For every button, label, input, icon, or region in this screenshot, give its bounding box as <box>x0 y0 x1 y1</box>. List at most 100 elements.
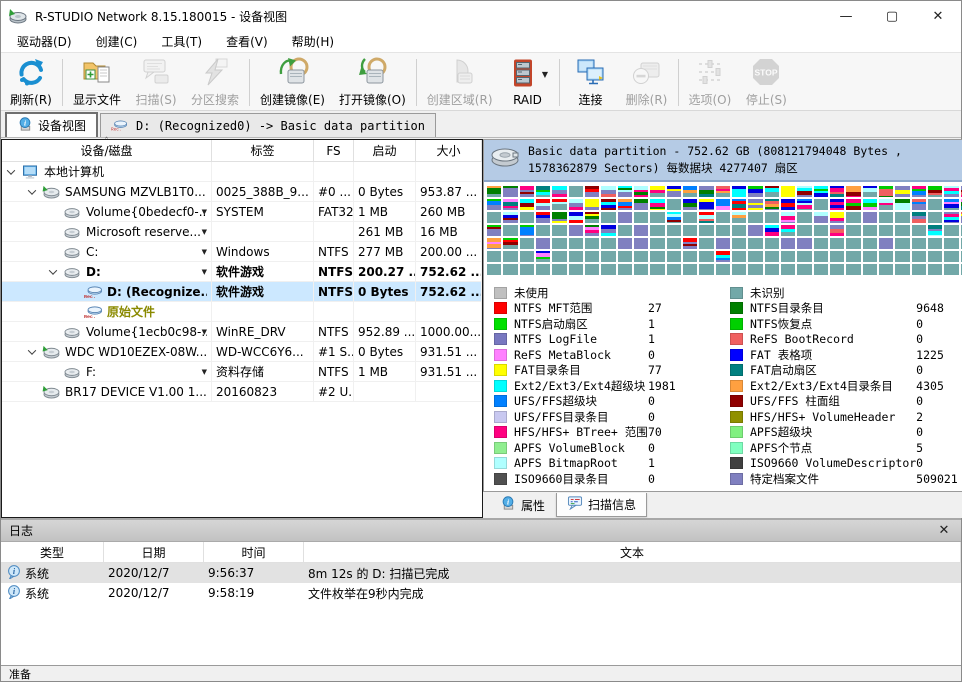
view-tab-1[interactable]: Rec.D: (Recognized0) -> Basic data parti… <box>100 113 436 137</box>
tree-row-2[interactable]: Volume{0bedecf0-...▼SYSTEMFAT321 MB260 M… <box>2 202 482 222</box>
tree-column-header-1[interactable]: 标签 <box>212 140 314 161</box>
row-dropdown-icon[interactable]: ▼ <box>202 228 207 236</box>
scan-block <box>765 199 779 210</box>
row-dropdown-icon[interactable]: ▼ <box>202 368 207 376</box>
scan-panel-tab-1[interactable]: 扫描信息 <box>556 493 647 517</box>
legend-swatch <box>730 333 743 345</box>
log-column-header-0[interactable]: 类型 <box>1 542 104 562</box>
raid-button[interactable]: ▼RAID <box>500 55 556 110</box>
log-row-1[interactable]: i系统2020/12/79:58:19文件枚举在9秒内完成 <box>1 583 961 603</box>
log-column-header-2[interactable]: 时间 <box>204 542 304 562</box>
scan-block <box>732 186 746 197</box>
scan-block <box>503 212 517 223</box>
tree-column-header-4[interactable]: 大小 <box>416 140 482 161</box>
scan-block <box>699 212 713 223</box>
menu-item-4[interactable]: 帮助(H) <box>280 31 346 52</box>
menu-item-2[interactable]: 工具(T) <box>149 31 214 52</box>
legend-count: 0 <box>916 394 962 408</box>
tree-cell-label: WinRE_DRV <box>212 322 314 341</box>
log-column-header-1[interactable]: 日期 <box>104 542 204 562</box>
tree-cell-name: Rec.D: (Recognize... <box>2 282 212 301</box>
scan-block <box>569 225 583 236</box>
tree-row-4[interactable]: C:▼WindowsNTFS277 MB200.00 ... <box>2 242 482 262</box>
scan-block <box>797 238 811 249</box>
device-name: 本地计算机 <box>44 163 104 180</box>
disk-icon <box>42 385 60 399</box>
tree-cell-size <box>416 162 482 181</box>
maximize-button[interactable]: ▢ <box>869 1 915 31</box>
expander-chevron-icon[interactable] <box>28 346 36 354</box>
scan-block <box>830 251 844 262</box>
tree-row-6[interactable]: Rec.D: (Recognize...软件游戏NTFS0 Bytes752.6… <box>2 282 482 302</box>
minimize-button[interactable]: — <box>823 1 869 31</box>
row-dropdown-icon[interactable]: ▼ <box>202 328 207 336</box>
legend-swatch <box>494 349 507 361</box>
close-button[interactable]: ✕ <box>915 1 961 31</box>
log-row-0[interactable]: i系统2020/12/79:56:378m 12s 的 D: 扫描已完成 <box>1 563 961 583</box>
log-column-header-3[interactable]: 文本 <box>304 542 961 562</box>
tree-cell-name: SAMSUNG MZVLB1T0... <box>2 182 212 201</box>
expander-chevron-icon[interactable] <box>28 186 36 194</box>
refresh-button[interactable]: 刷新(R) <box>3 55 59 110</box>
legend-label: NTFS LogFile <box>514 332 648 346</box>
legend-label: 特定档案文件 <box>750 471 916 487</box>
scan-block <box>814 225 828 236</box>
log-rows: i系统2020/12/79:56:378m 12s 的 D: 扫描已完成i系统2… <box>1 563 961 665</box>
row-dropdown-icon[interactable]: ▼ <box>202 248 207 256</box>
scan-block <box>634 251 648 262</box>
scan-block <box>536 225 550 236</box>
open-image-button[interactable]: 打开镜像(O) <box>332 55 413 110</box>
scan-block <box>748 186 762 197</box>
tree-column-header-2[interactable]: FS <box>314 140 354 161</box>
tree-column-header-3[interactable]: 启动 <box>354 140 416 161</box>
scan-legend: 未使用NTFS MFT范围27NTFS启动扇区1NTFS LogFile1ReF… <box>484 278 962 491</box>
tree-row-0[interactable]: 本地计算机 <box>2 162 482 182</box>
tree-cell-name: Volume{0bedecf0-...▼ <box>2 202 212 221</box>
row-dropdown-icon[interactable]: ▼ <box>202 268 207 276</box>
tree-cell-fs: NTFS <box>314 262 354 281</box>
legend-item-right-3: ReFS BootRecord0 <box>730 333 962 346</box>
tree-cell-name: WDC WD10EZEX-08W... <box>2 342 212 361</box>
tree-cell-start: 277 MB <box>354 242 416 261</box>
connect-button[interactable]: 连接 <box>563 55 619 110</box>
tree-cell-label: 资料存储 <box>212 362 314 381</box>
legend-item-left-12: ISO9660目录条目0 <box>494 472 706 485</box>
legend-item-right-9: APFS超级块0 <box>730 426 962 439</box>
tree-cell-fs: FAT32 <box>314 202 354 221</box>
menu-item-3[interactable]: 查看(V) <box>214 31 280 52</box>
legend-item-right-6: Ext2/Ext3/Ext4目录条目4305 <box>730 379 962 392</box>
tree-cell-fs <box>314 222 354 241</box>
scan-block <box>650 186 664 197</box>
row-dropdown-icon[interactable]: ▼ <box>202 208 207 216</box>
expander-chevron-icon[interactable] <box>49 266 57 274</box>
show-files-button[interactable]: 显示文件 <box>66 55 128 110</box>
tree-row-8[interactable]: Volume{1ecb0c98-...▼WinRE_DRVNTFS952.89 … <box>2 322 482 342</box>
tree-row-3[interactable]: Microsoft reserve...▼261 MB16 MB <box>2 222 482 242</box>
create-image-button[interactable]: 创建镜像(E) <box>253 55 332 110</box>
tree-row-1[interactable]: SAMSUNG MZVLB1T0...0025_388B_9...#0 ...0… <box>2 182 482 202</box>
tree-row-5[interactable]: D:▼软件游戏NTFS200.27 ...752.62 ... <box>2 262 482 282</box>
dropdown-arrow-icon[interactable]: ▼ <box>542 70 548 79</box>
log-cell-text: 文件枚举在9秒内完成 <box>304 585 961 602</box>
expander-chevron-icon[interactable] <box>7 166 15 174</box>
tree-column-header-0[interactable]: ˆ设备/磁盘 <box>2 140 212 161</box>
scan-panel-tab-label: 扫描信息 <box>588 496 636 513</box>
scan-panel-tab-0[interactable]: i属性 <box>489 493 556 518</box>
scan-block <box>683 251 697 262</box>
partition-search-icon <box>199 56 231 91</box>
log-close-icon[interactable]: ✕ <box>935 523 953 538</box>
tree-row-10[interactable]: F:▼资料存储NTFS1 MB931.51 ... <box>2 362 482 382</box>
tree-row-7[interactable]: Rec.原始文件 <box>2 302 482 322</box>
scan-block <box>634 199 648 210</box>
scan-block <box>846 238 860 249</box>
tree-row-9[interactable]: WDC WD10EZEX-08W...WD-WCC6Y6...#1 S...0 … <box>2 342 482 362</box>
scan-block <box>650 225 664 236</box>
toolbar-separator <box>416 59 417 106</box>
menu-item-0[interactable]: 驱动器(D) <box>5 31 84 52</box>
tree-row-11[interactable]: BR17 DEVICE V1.00 1...20160823#2 U... <box>2 382 482 402</box>
menu-item-1[interactable]: 创建(C) <box>84 31 150 52</box>
view-tab-0[interactable]: i设备视图 <box>5 112 98 137</box>
scan-block <box>879 212 893 223</box>
legend-label: 未识别 <box>750 285 916 301</box>
legend-item-left-9: HFS/HFS+ BTree+ 范围70 <box>494 426 706 439</box>
